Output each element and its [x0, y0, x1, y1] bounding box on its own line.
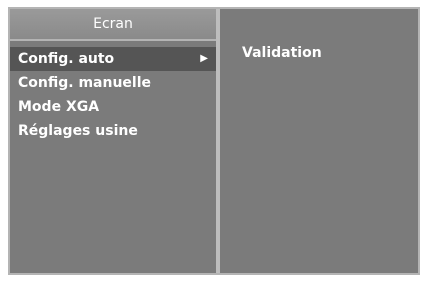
menu-list: Config. auto ▶ Config. manuelle Mode XGA…: [10, 47, 216, 143]
menu-item-label: Config. manuelle: [18, 75, 152, 91]
menu-item-label: Réglages usine: [18, 123, 138, 139]
submenu-panel: Validation: [220, 9, 418, 273]
menu-item-label: Config. auto: [18, 51, 115, 67]
menu-item-label: Mode XGA: [18, 99, 100, 115]
menu-title: Ecran: [10, 9, 216, 41]
osd-menu-window: Ecran Config. auto ▶ Config. manuelle Mo…: [8, 7, 420, 275]
menu-panel: Ecran Config. auto ▶ Config. manuelle Mo…: [10, 9, 216, 273]
menu-item-reglages-usine[interactable]: Réglages usine: [10, 119, 216, 143]
menu-item-config-manuelle[interactable]: Config. manuelle: [10, 71, 216, 95]
menu-item-config-auto[interactable]: Config. auto ▶: [10, 47, 216, 71]
right-arrow-icon: ▶: [200, 53, 208, 64]
menu-item-mode-xga[interactable]: Mode XGA: [10, 95, 216, 119]
validation-option[interactable]: Validation: [242, 45, 322, 61]
